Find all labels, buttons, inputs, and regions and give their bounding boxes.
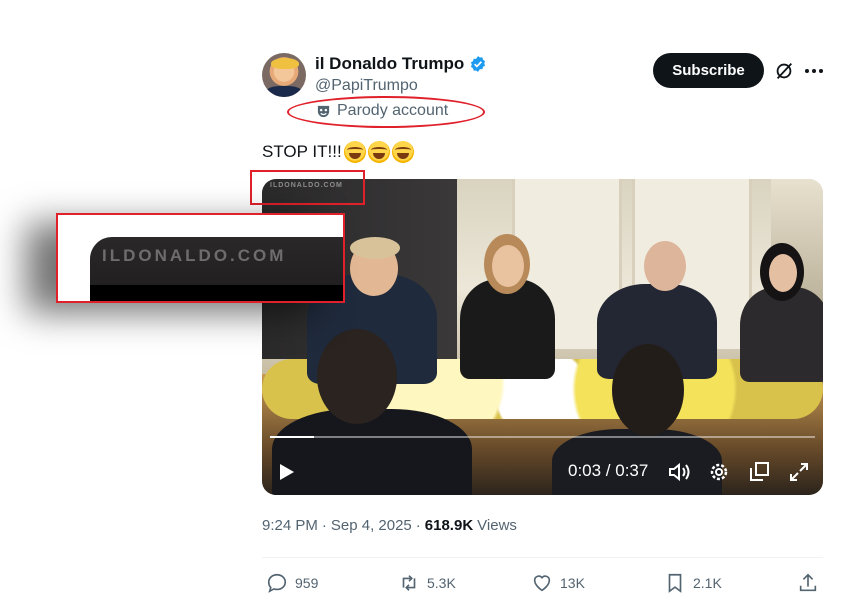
video-person-head — [492, 245, 524, 287]
tweet-meta: 9:24 PM · Sep 4, 2025 · 618.9K Views — [262, 517, 517, 534]
bookmark-button[interactable]: 2.1K — [664, 572, 722, 594]
video-time: 0:03 / 0:37 — [568, 461, 649, 480]
meta-separator: · — [415, 517, 421, 534]
zoom-video-edge — [90, 285, 343, 301]
video-progress-fill — [270, 436, 315, 438]
video-person — [460, 279, 555, 379]
like-count: 13K — [560, 575, 585, 591]
video-person-hair — [350, 237, 400, 259]
share-icon — [799, 573, 817, 592]
bookmark-icon — [668, 573, 682, 593]
annotation-zoom-box — [250, 170, 365, 205]
author-handle[interactable]: @PapiTrumpo — [315, 77, 418, 95]
fullscreen-icon[interactable] — [787, 460, 811, 484]
video-player[interactable]: ILDONALDO.COM 0:03 / 0:37 — [262, 179, 823, 495]
reply-button[interactable]: 959 — [266, 572, 318, 594]
tweet-text: STOP IT!!! — [262, 141, 414, 163]
divider — [262, 557, 823, 558]
rolling-laughing-emoji-icon — [367, 141, 390, 163]
subscribe-button[interactable]: Subscribe — [653, 53, 764, 88]
meta-separator: · — [321, 517, 327, 534]
views-count: 618.9K — [424, 517, 474, 534]
more-icon[interactable] — [804, 60, 824, 82]
video-progress-bar[interactable] — [270, 436, 815, 438]
avatar[interactable] — [262, 53, 306, 97]
repost-icon — [402, 575, 416, 591]
volume-icon[interactable] — [667, 460, 691, 484]
like-button[interactable]: 13K — [531, 572, 585, 594]
rolling-laughing-emoji-icon — [343, 141, 366, 163]
reply-count: 959 — [295, 575, 319, 591]
annotation-ellipse — [287, 96, 485, 128]
picture-in-picture-icon[interactable] — [747, 460, 771, 484]
video-person — [740, 287, 823, 382]
zoom-watermark-text: ILDONALDO.COM — [102, 246, 287, 265]
tweet-text-content: STOP IT!!! — [262, 142, 342, 161]
grok-icon[interactable] — [773, 60, 795, 82]
video-person-head — [317, 329, 397, 424]
video-person-foreground — [272, 409, 472, 495]
repost-count: 5.3K — [427, 575, 456, 591]
bookmark-count: 2.1K — [693, 575, 722, 591]
tweet-time[interactable]: 9:24 PM — [262, 517, 318, 534]
annotation-zoom-callout: ILDONALDO.COM — [56, 213, 345, 303]
share-button[interactable] — [797, 572, 819, 594]
author-name-row[interactable]: il Donaldo Trumpo — [315, 54, 487, 74]
video-person-head — [769, 254, 797, 292]
repost-button[interactable]: 5.3K — [398, 572, 456, 594]
tweet-date[interactable]: Sep 4, 2025 — [331, 517, 412, 534]
play-icon[interactable] — [274, 460, 298, 484]
rolling-laughing-emoji-icon — [391, 141, 414, 163]
heart-icon — [533, 575, 551, 592]
views-label: Views — [477, 517, 517, 534]
settings-gear-icon[interactable] — [707, 460, 731, 484]
verified-badge-icon — [471, 56, 486, 72]
reply-icon — [267, 573, 287, 593]
video-person-head — [644, 241, 686, 291]
video-person-head — [612, 344, 684, 436]
display-name[interactable]: il Donaldo Trumpo — [315, 54, 464, 74]
